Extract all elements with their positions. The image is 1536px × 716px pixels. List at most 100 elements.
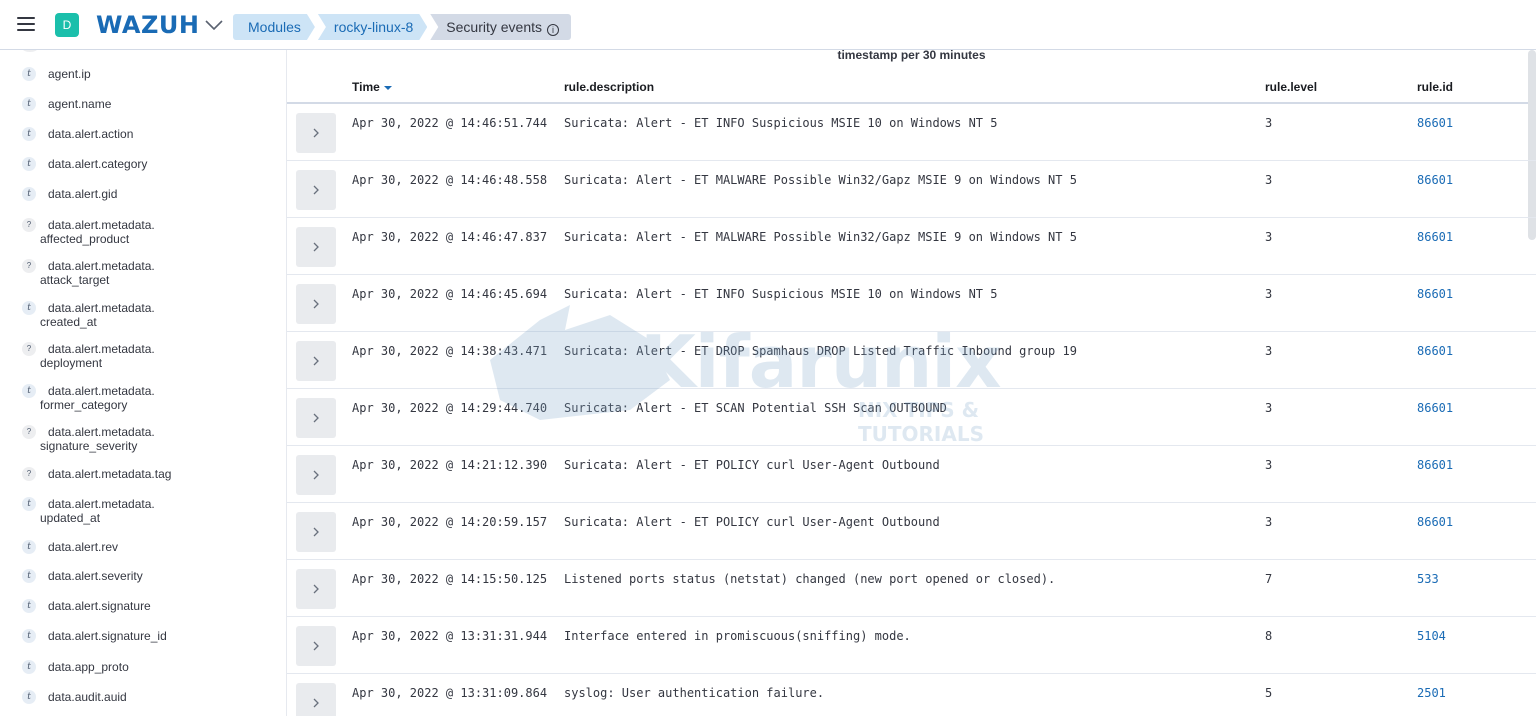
column-header-rule-id[interactable]: rule.id (1417, 80, 1453, 94)
chevron-right-icon (313, 299, 319, 309)
chevron-right-icon (313, 470, 319, 480)
chevron-right-icon (313, 698, 319, 708)
expand-row-button[interactable] (296, 398, 336, 438)
cell-rule-id[interactable]: 86601 (1417, 230, 1453, 244)
unknown-field-type-icon: ? (22, 218, 36, 232)
cell-rule-description: Suricata: Alert - ET DROP Spamhaus DROP … (564, 344, 1077, 358)
breadcrumb-agent[interactable]: rocky-linux-8 (318, 14, 427, 40)
table-row: Apr 30, 2022 @ 14:29:44.740 Suricata: Ale… (287, 389, 1536, 446)
breadcrumb-modules[interactable]: Modules (233, 14, 315, 40)
unknown-field-type-icon: ? (22, 259, 36, 273)
wazuh-logo[interactable]: WAZUH (96, 11, 199, 39)
chevron-right-icon (313, 242, 319, 252)
breadcrumb-security-events: Security events i (430, 14, 571, 40)
info-circle-icon[interactable]: i (547, 24, 559, 36)
string-field-type-icon: t (22, 690, 36, 704)
cell-rule-id[interactable]: 86601 (1417, 401, 1453, 415)
table-row: Apr 30, 2022 @ 14:46:51.744 Suricata: Ale… (287, 104, 1536, 161)
cell-rule-level: 3 (1265, 515, 1273, 529)
cell-rule-id[interactable]: 2501 (1417, 686, 1446, 700)
column-header-rule-description[interactable]: rule.description (564, 80, 654, 94)
cell-time: Apr 30, 2022 @ 14:46:47.837 (352, 230, 548, 244)
sidebar-field-label-cont: signature_severity (40, 439, 138, 453)
breadcrumb-current-label: Security events (446, 19, 542, 35)
chevron-right-icon (313, 641, 319, 651)
cell-rule-id[interactable]: 5104 (1417, 629, 1446, 643)
unknown-field-type-icon: ? (22, 425, 36, 439)
sidebar-field-label-cont: attack_target (40, 273, 110, 287)
sidebar-field-label: data.alert.action (48, 127, 134, 141)
cell-rule-level: 7 (1265, 572, 1273, 586)
table-row: Apr 30, 2022 @ 14:46:48.558 Suricata: Ale… (287, 161, 1536, 218)
field-type-icon (22, 50, 38, 52)
top-header: D WAZUH Modules rocky-linux-8 Security e… (0, 0, 1536, 50)
cell-rule-id[interactable]: 86601 (1417, 344, 1453, 358)
cell-rule-id[interactable]: 86601 (1417, 116, 1453, 130)
expand-row-button[interactable] (296, 569, 336, 609)
sidebar-field-label: data.alert.severity (48, 569, 143, 583)
cell-rule-id[interactable]: 533 (1417, 572, 1439, 586)
chevron-down-icon[interactable] (204, 18, 224, 32)
space-avatar[interactable]: D (55, 13, 79, 37)
cell-rule-description: Suricata: Alert - ET SCAN Potential SSH … (564, 401, 947, 415)
cell-time: Apr 30, 2022 @ 14:15:50.125 (352, 572, 548, 586)
chevron-right-icon (313, 185, 319, 195)
expand-row-button[interactable] (296, 227, 336, 267)
column-header-time-label: Time (352, 80, 380, 94)
string-field-type-icon: t (22, 599, 36, 613)
expand-row-button[interactable] (296, 683, 336, 716)
cell-time: Apr 30, 2022 @ 13:31:09.864 (352, 686, 548, 700)
cell-rule-id[interactable]: 86601 (1417, 173, 1453, 187)
chart-x-axis-label: timestamp per 30 minutes (837, 50, 986, 62)
cell-time: Apr 30, 2022 @ 14:46:45.694 (352, 287, 548, 301)
table-row: Apr 30, 2022 @ 13:31:09.864 syslog: User … (287, 674, 1536, 716)
expand-row-button[interactable] (296, 626, 336, 666)
expand-row-button[interactable] (296, 512, 336, 552)
string-field-type-icon: t (22, 384, 36, 398)
cell-time: Apr 30, 2022 @ 14:46:51.744 (352, 116, 548, 130)
string-field-type-icon: t (22, 301, 36, 315)
cell-rule-level: 3 (1265, 401, 1273, 415)
sidebar-field-label-cont: created_at (40, 315, 97, 329)
cell-rule-id[interactable]: 86601 (1417, 515, 1453, 529)
cell-rule-level: 5 (1265, 686, 1273, 700)
chevron-right-icon (313, 356, 319, 366)
cell-time: Apr 30, 2022 @ 14:21:12.390 (352, 458, 548, 472)
cell-time: Apr 30, 2022 @ 14:29:44.740 (352, 401, 548, 415)
string-field-type-icon: t (22, 569, 36, 583)
string-field-type-icon: t (22, 97, 36, 111)
string-field-type-icon: t (22, 127, 36, 141)
cell-rule-description: Interface entered in promiscuous(sniffin… (564, 629, 911, 643)
sidebar-field-label-cont: updated_at (40, 511, 101, 525)
cell-rule-id[interactable]: 86601 (1417, 458, 1453, 472)
string-field-type-icon: t (22, 660, 36, 674)
expand-row-button[interactable] (296, 455, 336, 495)
cell-rule-description: Suricata: Alert - ET INFO Suspicious MSI… (564, 287, 998, 301)
cell-rule-level: 3 (1265, 458, 1273, 472)
sidebar-field-label: data.alert.metadata. (48, 384, 155, 398)
cell-rule-level: 8 (1265, 629, 1273, 643)
sidebar-field-label: data.alert.gid (48, 187, 118, 201)
sidebar-field-label: data.alert.metadata. (48, 218, 155, 232)
chevron-right-icon (313, 413, 319, 423)
sidebar-field-label: data.alert.metadata. (48, 259, 155, 273)
expand-row-button[interactable] (296, 113, 336, 153)
cell-rule-description: syslog: User authentication failure. (564, 686, 825, 700)
sidebar-field-label-cont: deployment (40, 356, 103, 370)
table-row: Apr 30, 2022 @ 14:21:12.390 Suricata: Ale… (287, 446, 1536, 503)
string-field-type-icon: t (22, 497, 36, 511)
expand-row-button[interactable] (296, 284, 336, 324)
string-field-type-icon: t (22, 540, 36, 554)
chevron-right-icon (313, 527, 319, 537)
column-header-time[interactable]: Time (352, 80, 392, 94)
cell-rule-id[interactable]: 86601 (1417, 287, 1453, 301)
column-header-rule-level[interactable]: rule.level (1265, 80, 1317, 94)
expand-row-button[interactable] (296, 170, 336, 210)
hamburger-menu-icon[interactable] (17, 17, 35, 31)
sort-descending-icon[interactable] (383, 86, 392, 90)
cell-time: Apr 30, 2022 @ 14:38:43.471 (352, 344, 548, 358)
sidebar-field-label: agent.name (48, 97, 112, 111)
table-row: Apr 30, 2022 @ 13:31:31.944 Interface ent… (287, 617, 1536, 674)
expand-row-button[interactable] (296, 341, 336, 381)
cell-rule-description: Suricata: Alert - ET POLICY curl User-Ag… (564, 458, 940, 472)
